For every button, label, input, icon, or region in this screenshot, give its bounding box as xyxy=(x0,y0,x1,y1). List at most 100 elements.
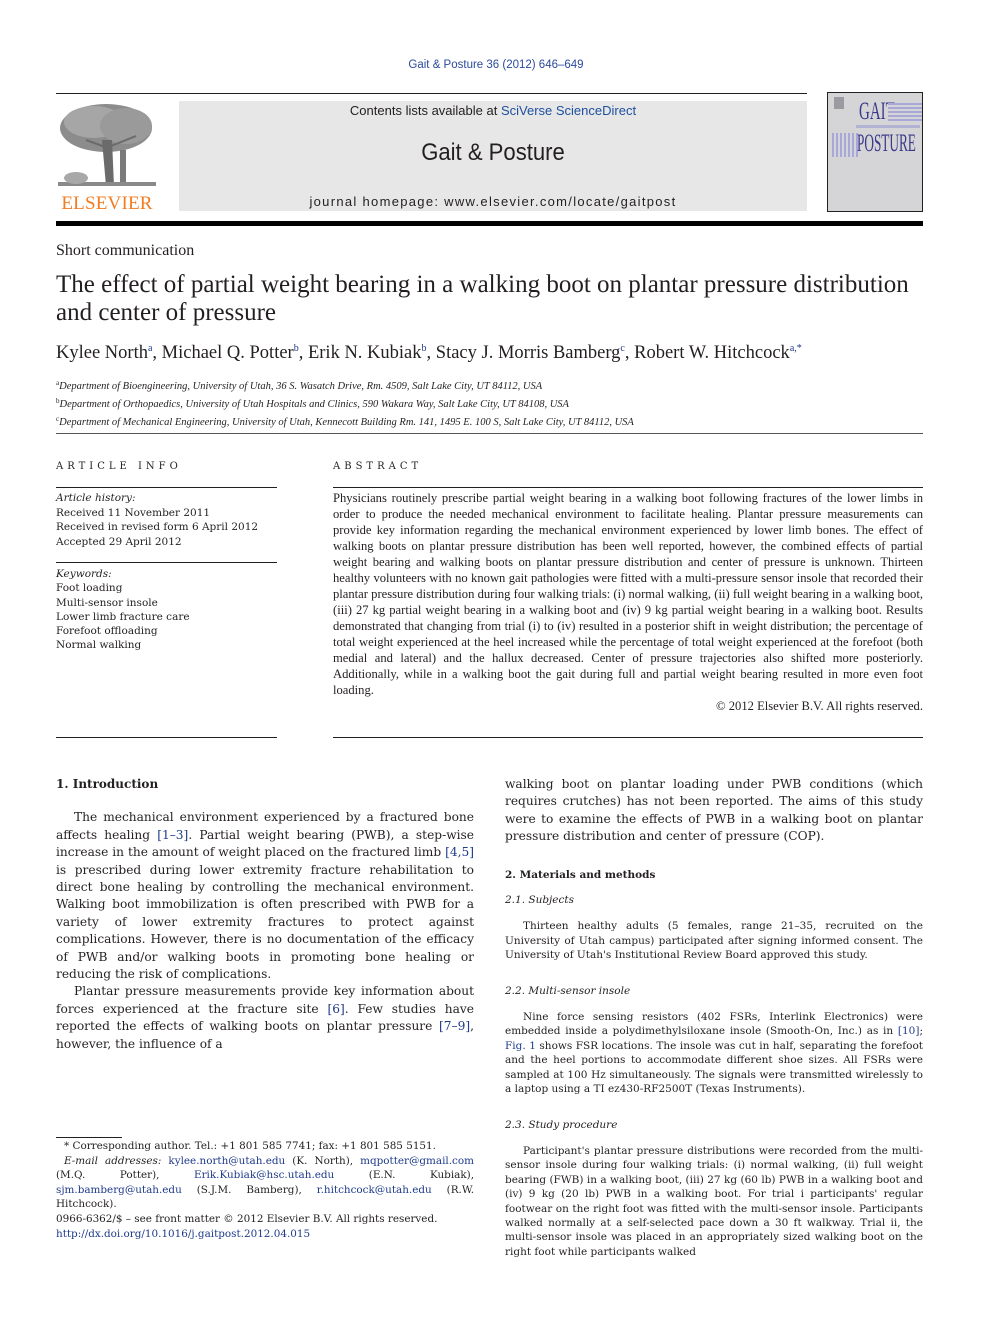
subsection-heading-procedure: 2.3. Study procedure xyxy=(505,1118,618,1131)
section-heading-methods: 2. Materials and methods xyxy=(505,868,656,881)
issn-block: 0966-6362/$ – see front matter © 2012 El… xyxy=(56,1212,474,1241)
reference-link[interactable]: [7–9] xyxy=(439,1019,470,1033)
cover-stripes-decoration xyxy=(888,103,922,123)
history-label: Article history: xyxy=(56,492,136,504)
author-list: Kylee Northa, Michael Q. Potterb, Erik N… xyxy=(56,343,802,363)
email-link[interactable]: Erik.Kubiak@hsc.utah.edu xyxy=(194,1169,334,1181)
doi-link[interactable]: http://dx.doi.org/10.1016/j.gaitpost.201… xyxy=(56,1228,310,1240)
abstract-heading: ABSTRACT xyxy=(333,461,423,472)
email-link[interactable]: mqpotter@gmail.com xyxy=(360,1155,474,1167)
sciencedirect-link[interactable]: SciVerse ScienceDirect xyxy=(501,103,636,118)
issn-line: 0966-6362/$ – see front matter © 2012 El… xyxy=(56,1213,438,1225)
publisher-badge-icon xyxy=(834,97,844,109)
subsection-heading-subjects: 2.1. Subjects xyxy=(505,894,575,907)
article-info-rule xyxy=(56,562,277,563)
email-link[interactable]: kylee.north@utah.edu xyxy=(168,1155,285,1167)
cover-stripes-decoration-left xyxy=(832,133,858,157)
keyword-item: Normal walking xyxy=(56,639,142,652)
header-rule xyxy=(56,93,807,94)
affiliation-item: aDepartment of Bioengineering, Universit… xyxy=(56,376,936,394)
footnotes: * Corresponding author. Tel.: +1 801 585… xyxy=(56,1139,474,1212)
intro-paragraph-continued: walking boot on plantar loading under PW… xyxy=(505,777,923,844)
affiliation-text: Department of Orthopaedics, University o… xyxy=(59,399,569,410)
body-column-left: 1. Introduction The mechanical environme… xyxy=(56,776,474,1053)
abstract-body: Physicians routinely prescribe partial w… xyxy=(333,490,923,714)
keyword-item: Foot loading xyxy=(56,582,123,595)
author-affiliation-marker[interactable]: b xyxy=(294,343,299,354)
article-info-heading: ARTICLE INFO xyxy=(56,461,182,472)
email-owner: (S.J.M. Bamberg), xyxy=(181,1183,317,1196)
email-owner: (E.N. Kubiak), xyxy=(334,1169,474,1181)
body-column-right: walking boot on plantar loading under PW… xyxy=(505,776,923,1259)
procedure-paragraph: Participant's plantar pressure distribut… xyxy=(505,1144,923,1258)
keywords-label: Keywords: xyxy=(56,568,112,580)
affiliation-text: Department of Bioengineering, University… xyxy=(59,381,543,392)
affiliation-item: bDepartment of Orthopaedics, University … xyxy=(56,394,936,412)
journal-banner: Contents lists available at SciVerse Sci… xyxy=(179,101,807,211)
email-link[interactable]: sjm.bamberg@utah.edu xyxy=(56,1184,182,1196)
journal-name: Gait & Posture xyxy=(421,139,565,166)
paragraph-text: is prescribed during lower extremity fra… xyxy=(56,862,474,982)
affiliations: aDepartment of Bioengineering, Universit… xyxy=(56,376,936,430)
corresponding-author-note: * Corresponding author. Tel.: +1 801 585… xyxy=(64,1140,436,1152)
abstract-copyright: © 2012 Elsevier B.V. All rights reserved… xyxy=(716,699,923,713)
contents-available-line: Contents lists available at SciVerse Sci… xyxy=(179,103,807,118)
affiliation-text: Department of Mechanical Engineering, Un… xyxy=(59,417,634,428)
paragraph-text: shows FSR locations. The insole was cut … xyxy=(505,1039,923,1096)
author-affiliation-marker[interactable]: b xyxy=(422,343,427,354)
keyword-item: Lower limb fracture care xyxy=(56,610,190,623)
cover-title-posture: POSTURE xyxy=(857,130,916,157)
header-thick-rule xyxy=(56,221,923,226)
paragraph-text: ; xyxy=(919,1025,923,1038)
article-history: Article history: Received 11 November 20… xyxy=(56,491,277,549)
keywords: Keywords: Foot loading Multi-sensor inso… xyxy=(56,567,277,653)
article-info-rule xyxy=(56,737,277,738)
journal-citation[interactable]: Gait & Posture 36 (2012) 646–649 xyxy=(0,59,992,71)
intro-paragraph: The mechanical environment experienced b… xyxy=(56,809,474,983)
abstract-text: Physicians routinely prescribe partial w… xyxy=(333,491,923,697)
cover-divider xyxy=(856,125,920,128)
author-affiliation-marker[interactable]: a,* xyxy=(790,343,802,354)
article-title: The effect of partial weight bearing in … xyxy=(56,271,909,326)
footnote-rule xyxy=(56,1137,122,1138)
elsevier-logo[interactable]: ELSEVIER xyxy=(56,100,158,214)
journal-homepage[interactable]: journal homepage: www.elsevier.com/locat… xyxy=(179,194,807,209)
abstract-rule xyxy=(333,487,923,488)
paragraph-text: Nine force sensing resistors (402 FSRs, … xyxy=(505,1011,923,1038)
subsection-heading-insole: 2.2. Multi-sensor insole xyxy=(505,984,631,997)
history-item: Received 11 November 2011 xyxy=(56,506,211,519)
figure-link[interactable]: Fig. 1 xyxy=(505,1040,536,1052)
reference-link[interactable]: [10] xyxy=(898,1025,920,1037)
contents-prefix: Contents lists available at xyxy=(349,103,501,118)
author-name[interactable]: Erik N. Kubiak xyxy=(308,343,422,363)
author-affiliation-marker[interactable]: a xyxy=(148,343,152,354)
email-link[interactable]: r.hitchcock@utah.edu xyxy=(317,1184,432,1196)
affiliation-item: cDepartment of Mechanical Engineering, U… xyxy=(56,412,936,430)
email-addresses: E-mail addresses: kylee.north@utah.edu (… xyxy=(56,1154,474,1212)
intro-paragraph: Plantar pressure measurements provide ke… xyxy=(56,983,474,1053)
article-type: Short communication xyxy=(56,242,195,259)
email-label: E-mail addresses: xyxy=(64,1154,162,1167)
author-name[interactable]: Stacy J. Morris Bamberg xyxy=(436,343,621,363)
elsevier-wordmark: ELSEVIER xyxy=(61,193,153,214)
reference-link[interactable]: [4,5] xyxy=(445,845,474,859)
keyword-item: Multi-sensor insole xyxy=(56,596,158,609)
article-info-rule xyxy=(56,487,277,488)
author-name[interactable]: Michael Q. Potter xyxy=(162,343,294,363)
author-name[interactable]: Kylee North xyxy=(56,343,148,363)
insole-paragraph: Nine force sensing resistors (402 FSRs, … xyxy=(505,1010,923,1096)
subjects-paragraph: Thirteen healthy adults (5 females, rang… xyxy=(505,920,923,962)
keyword-item: Forefoot offloading xyxy=(56,625,158,638)
email-owner: (M.Q. Potter), xyxy=(56,1169,194,1181)
author-affiliation-marker[interactable]: c xyxy=(620,343,624,354)
email-owner: (K. North), xyxy=(285,1154,361,1167)
history-item: Accepted 29 April 2012 xyxy=(56,535,182,548)
reference-link[interactable]: [1–3] xyxy=(157,828,188,842)
author-name[interactable]: Robert W. Hitchcock xyxy=(634,343,790,363)
reference-link[interactable]: [6] xyxy=(327,1002,344,1016)
elsevier-tree-icon xyxy=(56,100,158,190)
history-item: Received in revised form 6 April 2012 xyxy=(56,521,259,533)
section-divider xyxy=(56,433,923,434)
journal-cover-thumbnail[interactable]: GAIT POSTURE xyxy=(827,92,923,212)
abstract-rule xyxy=(333,737,923,738)
